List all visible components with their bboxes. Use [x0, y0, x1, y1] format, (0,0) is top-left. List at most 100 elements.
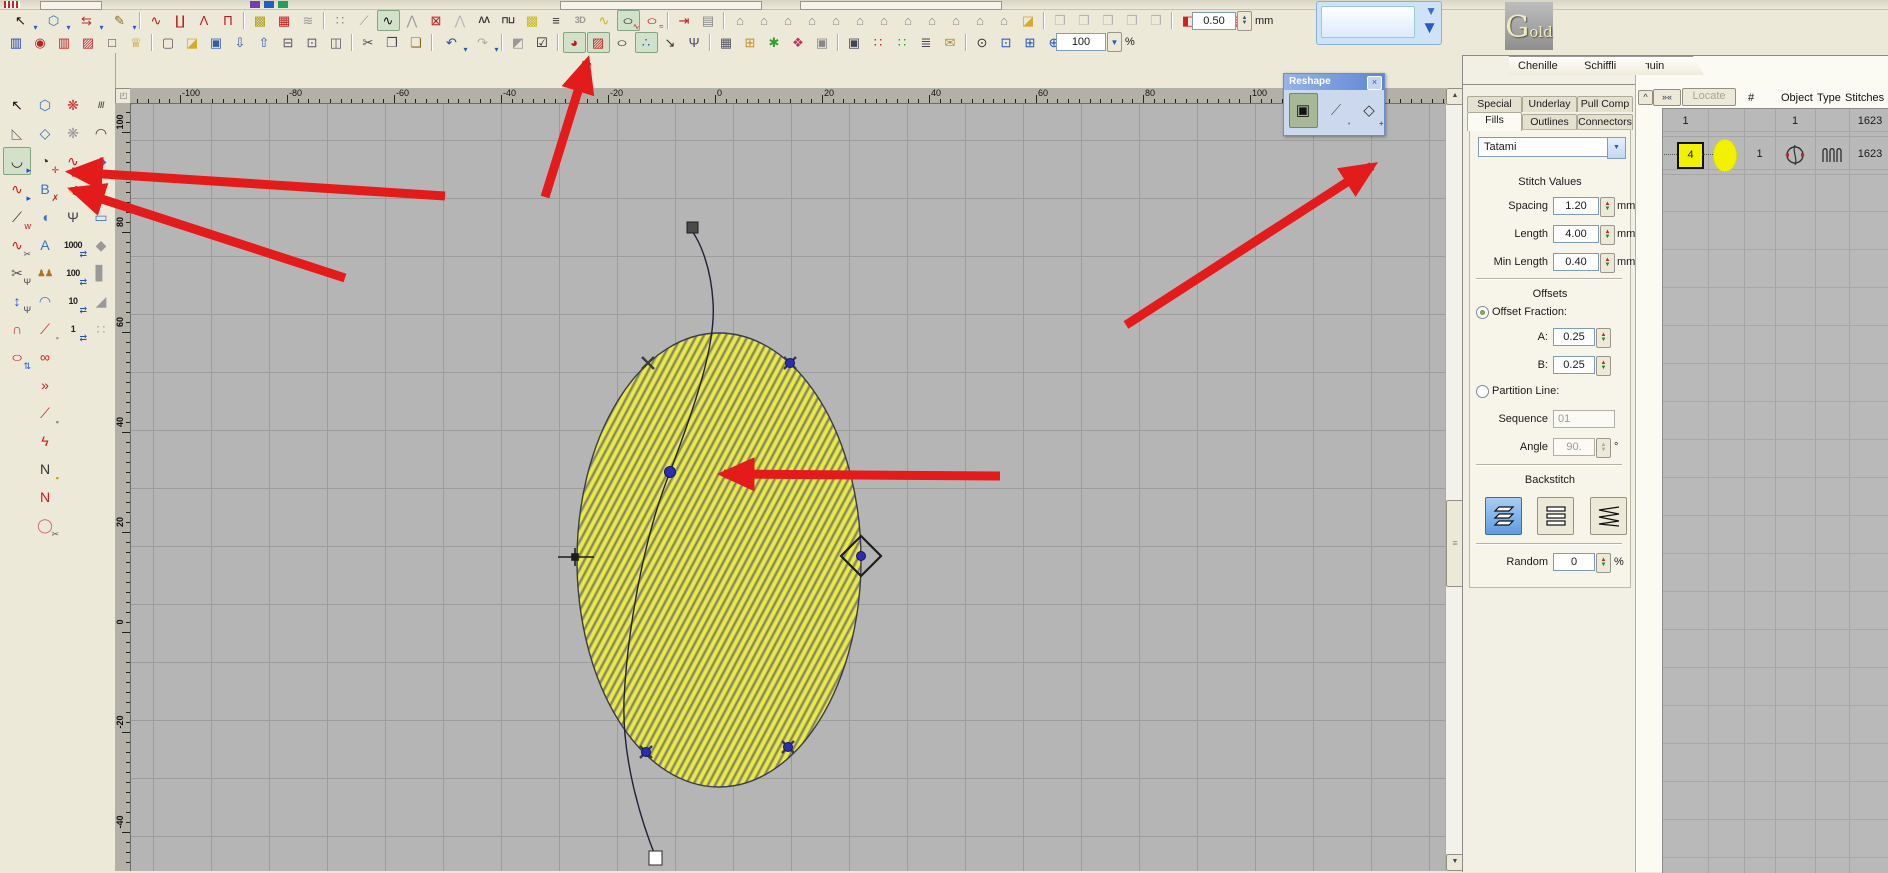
- copy[interactable]: ❐: [381, 32, 404, 53]
- min-length-spinner[interactable]: ▲▼: [1600, 253, 1615, 273]
- stitch-dots-red[interactable]: ∷: [867, 32, 890, 53]
- chevron-down-icon[interactable]: ▼: [1421, 18, 1438, 38]
- travel-1-stitch[interactable]: 1⇄: [59, 315, 87, 343]
- satin-advanced-tool[interactable]: ∿▸: [3, 175, 31, 203]
- thread-colors-circle[interactable]: ◉: [29, 32, 52, 53]
- send-to-machine[interactable]: ◫: [325, 32, 348, 53]
- tab-special[interactable]: Special: [1467, 96, 1522, 112]
- partition-line-radio[interactable]: [1476, 385, 1489, 398]
- grid-toggle[interactable]: ▦: [715, 32, 738, 53]
- curve-end-square-bottom[interactable]: [649, 851, 662, 865]
- smart-fill-tool[interactable]: ◕: [563, 32, 586, 53]
- curved-fill[interactable]: ○∿: [617, 10, 640, 31]
- random-field[interactable]: 0: [1553, 553, 1595, 571]
- e-stitch[interactable]: ∐: [169, 10, 192, 31]
- paste[interactable]: ❏: [405, 32, 428, 53]
- distance-field[interactable]: 0.50: [1192, 12, 1236, 30]
- select-tool[interactable]: ↖▾: [5, 10, 37, 31]
- disabled-edit-5[interactable]: ❒: [1145, 10, 1168, 31]
- rotate-oval-tool[interactable]: ○↻: [59, 175, 87, 203]
- blob-outline-tool[interactable]: ○: [611, 32, 634, 53]
- node-path-tool[interactable]: N▪: [31, 455, 59, 483]
- wave-fill[interactable]: ≋: [297, 10, 320, 31]
- zoom-1-1[interactable]: ⊡: [995, 32, 1018, 53]
- hoop-toggle[interactable]: ◩: [507, 32, 530, 53]
- collapse-button[interactable]: ^: [1638, 90, 1653, 105]
- connector-arrows-tool[interactable]: »: [31, 371, 59, 399]
- canvas-vertical-scrollbar[interactable]: ▲ ≡ ▼: [1445, 88, 1463, 871]
- penetration-needle-tool[interactable]: Ψ: [683, 32, 706, 53]
- node-line-tool[interactable]: ⟋▪: [31, 315, 59, 343]
- striped-path-tool[interactable]: N: [31, 483, 59, 511]
- zoom-tool[interactable]: ⊙: [971, 32, 994, 53]
- complex-fill-tool[interactable]: ◆: [87, 147, 115, 175]
- v-ruler[interactable]: 100806040200-20-40: [115, 103, 131, 871]
- length-spinner[interactable]: ▲▼: [1600, 225, 1615, 245]
- offset-a-field[interactable]: 0.25: [1553, 328, 1595, 346]
- polygon-select-tool[interactable]: ◺: [3, 119, 31, 147]
- fuzzy-stitch-effect[interactable]: ∿: [593, 10, 616, 31]
- stitch-processor[interactable]: ▣: [843, 32, 866, 53]
- small-object-tool[interactable]: ✱: [763, 32, 786, 53]
- design-properties[interactable]: ✉: [939, 32, 962, 53]
- spool-button-9[interactable]: ⌂: [921, 10, 944, 31]
- fan-fill[interactable]: ⋀: [401, 10, 424, 31]
- figure-gray-3[interactable]: ◢: [87, 287, 115, 315]
- square-wave-fill[interactable]: ⊓⊔: [497, 10, 520, 31]
- open-design[interactable]: ◪: [181, 32, 204, 53]
- chain-connector-tool[interactable]: ∞: [31, 343, 59, 371]
- spool-button-4[interactable]: ⌂: [801, 10, 824, 31]
- figure-gray-4[interactable]: ∷: [87, 315, 115, 343]
- spool-button-12[interactable]: ⌂: [993, 10, 1016, 31]
- sequin-cutter-tool[interactable]: ◯✂: [31, 511, 59, 539]
- save-design[interactable]: ▣: [205, 32, 228, 53]
- backstitch-borderline-button[interactable]: [1537, 497, 1574, 535]
- digitize-run-tool[interactable]: ◡▸: [3, 147, 31, 175]
- thread-color-swatch[interactable]: [1713, 139, 1737, 172]
- travel-needle-tool[interactable]: ↕Ψ: [3, 287, 31, 315]
- spool-button-8[interactable]: ⌂: [897, 10, 920, 31]
- picture-frame[interactable]: ▣: [811, 32, 834, 53]
- scissors-needle-tool[interactable]: ✂Ψ: [3, 259, 31, 287]
- wreath-tool[interactable]: ○⇅: [3, 343, 31, 371]
- angle-spinner[interactable]: ▲▼: [1596, 438, 1611, 458]
- reshape-object-mode[interactable]: ▣: [1289, 93, 1318, 128]
- chevron-down-icon[interactable]: ▼: [1425, 4, 1437, 18]
- pan-button[interactable]: »«: [1653, 89, 1681, 106]
- tatami-type-icon[interactable]: [1821, 147, 1845, 164]
- parallel-lines-tool[interactable]: ///: [87, 91, 115, 119]
- complex-fill-object-icon[interactable]: [1783, 143, 1807, 167]
- disabled-edit-2[interactable]: ❒: [1073, 10, 1096, 31]
- insert-picture[interactable]: ❖: [787, 32, 810, 53]
- offset-fraction-radio[interactable]: [1476, 306, 1489, 319]
- tatami-ellipse-object[interactable]: [577, 333, 861, 787]
- add-node-mode[interactable]: ◇+: [1355, 93, 1384, 128]
- close-icon[interactable]: ×: [1367, 76, 1382, 90]
- export-design[interactable]: ⇧: [253, 32, 276, 53]
- backstitch-diagonal-button[interactable]: [1590, 497, 1627, 535]
- thread-colors-red[interactable]: ▥: [53, 32, 76, 53]
- open-thread-chart[interactable]: ◪: [1017, 10, 1040, 31]
- design-canvas[interactable]: [130, 103, 1445, 871]
- ellipse-digitize-tool[interactable]: ○: [87, 175, 115, 203]
- spool-button-7[interactable]: ⌂: [873, 10, 896, 31]
- tab-outlines[interactable]: Outlines: [1522, 114, 1577, 130]
- reshape-polygon-tool[interactable]: ◇: [31, 119, 59, 147]
- min-length-field[interactable]: 0.40: [1553, 253, 1599, 271]
- tab-fills[interactable]: Fills: [1467, 112, 1522, 131]
- 3d-effect[interactable]: 3D: [569, 10, 592, 31]
- combo-value-area[interactable]: [1321, 6, 1415, 38]
- remove-lettering-tool[interactable]: B✗: [31, 175, 59, 203]
- offset-b-spinner[interactable]: ▲▼: [1596, 356, 1611, 376]
- angle-field[interactable]: 90.: [1553, 438, 1595, 456]
- object-table[interactable]: 1 1 1623 4 1 1623: [1662, 108, 1888, 873]
- lattice-fill[interactable]: ⊠: [425, 10, 448, 31]
- freehand-draw-tool[interactable]: ✎▾: [104, 10, 136, 31]
- contour-fill[interactable]: ≡: [545, 10, 568, 31]
- spool-button-5[interactable]: ⌂: [825, 10, 848, 31]
- sequence-field[interactable]: 01: [1553, 410, 1615, 428]
- select-marquee[interactable]: □: [101, 32, 124, 53]
- spool-button-3[interactable]: ⌂: [777, 10, 800, 31]
- applique-tool[interactable]: ▨: [77, 32, 100, 53]
- spool-button-1[interactable]: ⌂: [729, 10, 752, 31]
